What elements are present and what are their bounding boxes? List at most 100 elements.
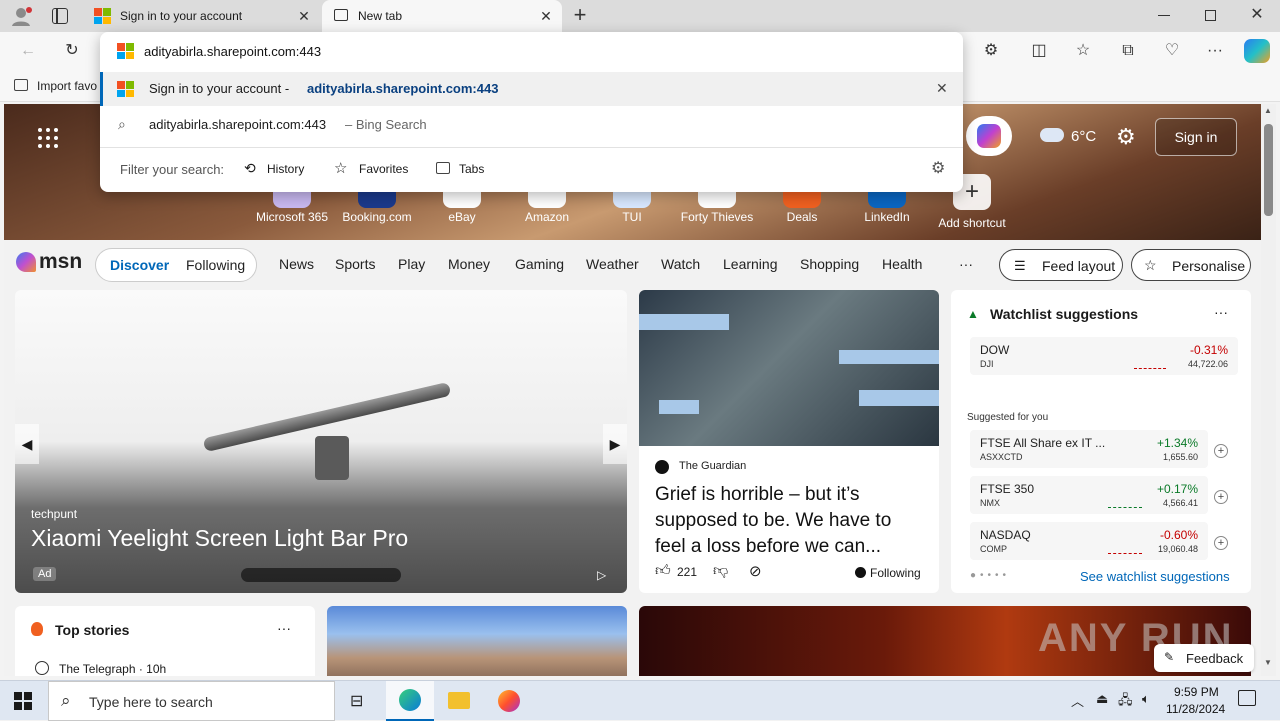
nav-money[interactable]: Money	[448, 256, 490, 272]
nav-weather[interactable]: Weather	[586, 256, 639, 272]
close-tab-icon[interactable]: ✕	[538, 8, 554, 24]
task-view-icon[interactable]: ⊟	[350, 691, 363, 711]
stock-row[interactable]: FTSE 350 NMX +0.17% 4,566.41	[970, 476, 1208, 514]
ad-choice-icon[interactable]: ▷	[597, 568, 606, 582]
shortcut-label: Microsoft 365	[255, 210, 329, 224]
like-icon[interactable]: 👍︎	[655, 562, 671, 580]
favorites-icon[interactable]: ☆	[1072, 41, 1094, 61]
top-stories-more-icon[interactable]: ···	[277, 620, 291, 636]
dislike-icon[interactable]: 👎︎	[713, 562, 728, 580]
clock-time[interactable]: 9:59 PM	[1174, 685, 1219, 699]
add-to-watchlist-icon[interactable]: +	[1214, 536, 1228, 550]
refresh-icon[interactable]: ↻	[61, 41, 83, 61]
watchlist-pager-dots[interactable]: ●••••	[970, 570, 1010, 581]
more-menu-icon[interactable]: ···	[1204, 41, 1226, 61]
scroll-thumb[interactable]	[1264, 124, 1273, 216]
performance-icon[interactable]: ♡	[1161, 41, 1183, 61]
address-input[interactable]	[144, 41, 944, 61]
tab-following[interactable]: Following	[186, 257, 245, 273]
collections-icon[interactable]: ⧉	[1117, 41, 1139, 61]
stock-row[interactable]: FTSE All Share ex IT ... ASXXCTD +1.34% …	[970, 430, 1208, 468]
nav-news[interactable]: News	[279, 256, 314, 272]
weather-temp[interactable]: 6°C	[1071, 128, 1096, 145]
settings-gear-icon[interactable]: ⚙	[1116, 124, 1136, 150]
nav-play[interactable]: Play	[398, 256, 425, 272]
nav-more-icon[interactable]: ···	[959, 256, 973, 272]
import-icon[interactable]	[14, 79, 28, 91]
following-label[interactable]: Following	[870, 566, 921, 580]
nav-sports[interactable]: Sports	[335, 256, 375, 272]
suggestion-signin[interactable]: Sign in to your account - adityabirla.sh…	[100, 72, 963, 106]
news-image	[639, 290, 939, 446]
network-icon[interactable]: 🖧︎	[1118, 691, 1133, 713]
minimize-button[interactable]	[1158, 15, 1170, 16]
add-to-watchlist-icon[interactable]: +	[1214, 490, 1228, 504]
watchlist-more-icon[interactable]: ···	[1214, 304, 1228, 320]
tab-actions-icon[interactable]	[52, 8, 68, 24]
page-scrollbar[interactable]: ▲ ▼	[1261, 104, 1276, 676]
import-favorites-link[interactable]: Import favo	[37, 79, 97, 93]
restore-button[interactable]	[1205, 10, 1216, 21]
new-tab-button[interactable]: +	[570, 4, 590, 26]
close-window-button[interactable]: ✕	[1248, 6, 1266, 24]
suggestion-bing-search[interactable]: ⌕ adityabirla.sharepoint.com:443 – Bing …	[100, 108, 963, 142]
story-image-card[interactable]	[327, 606, 627, 676]
nav-watch[interactable]: Watch	[661, 256, 700, 272]
news-card[interactable]: The Guardian Grief is horrible – but it’…	[639, 290, 939, 593]
ad-title[interactable]: Xiaomi Yeelight Screen Light Bar Pro	[31, 525, 408, 552]
following-check-icon	[855, 567, 866, 578]
cloud-icon	[1040, 128, 1064, 142]
apps-grid-icon[interactable]	[38, 128, 58, 148]
nav-health[interactable]: Health	[882, 256, 922, 272]
tab-discover[interactable]: Discover	[110, 257, 169, 273]
firefox-icon[interactable]	[498, 690, 520, 712]
clock-date[interactable]: 11/28/2024	[1166, 702, 1225, 716]
feed-layout-button[interactable]: ☰ Feed layout	[999, 249, 1123, 281]
windows-start-icon[interactable]	[14, 692, 32, 710]
nav-learning[interactable]: Learning	[723, 256, 778, 272]
tabs-icon	[436, 162, 450, 174]
add-to-watchlist-icon[interactable]: +	[1214, 444, 1228, 458]
prev-arrow-icon[interactable]: ◀	[15, 424, 39, 464]
close-tab-icon[interactable]: ✕	[296, 8, 312, 24]
taskbar-search-box[interactable]: ⌕ Type here to search	[48, 681, 335, 721]
nav-shopping[interactable]: Shopping	[800, 256, 859, 272]
stock-row[interactable]: NASDAQ COMP -0.60% 19,060.48	[970, 522, 1208, 560]
volume-icon[interactable]: 🔈︎	[1142, 691, 1150, 707]
scroll-up-arrow[interactable]: ▲	[1264, 106, 1272, 115]
filter-tabs[interactable]: Tabs	[459, 162, 484, 176]
tab-title: Sign in to your account	[120, 9, 243, 23]
dropdown-settings-icon[interactable]: ⚙	[931, 158, 945, 178]
stock-row[interactable]: DOW DJI -0.31% 44,722.06	[970, 337, 1238, 375]
extensions-icon[interactable]: ⚙	[980, 41, 1002, 61]
back-icon[interactable]: ←	[17, 41, 39, 61]
copilot-icon[interactable]	[1244, 39, 1270, 63]
profile-icon[interactable]	[10, 6, 32, 26]
signin-label: Sign in	[1174, 129, 1218, 145]
file-explorer-icon[interactable]	[448, 692, 470, 709]
notification-icon[interactable]	[1238, 690, 1256, 706]
nav-gaming[interactable]: Gaming	[515, 256, 564, 272]
feedback-button[interactable]: ✎ Feedback	[1154, 644, 1254, 672]
filter-history[interactable]: History	[267, 162, 304, 176]
show-hidden-icons[interactable]: ︿	[1071, 691, 1084, 710]
see-watchlist-link[interactable]: See watchlist suggestions	[1080, 569, 1230, 584]
split-screen-icon[interactable]: ◫	[1028, 41, 1050, 61]
edge-taskbar-icon[interactable]	[386, 681, 434, 721]
scroll-down-arrow[interactable]: ▼	[1264, 658, 1272, 667]
tab-signin[interactable]: Sign in to your account ✕	[84, 0, 320, 32]
tab-newtab[interactable]: New tab ✕	[322, 0, 562, 32]
ad-source: techpunt	[31, 507, 78, 521]
filter-favorites[interactable]: Favorites	[359, 162, 408, 176]
news-title[interactable]: Grief is horrible – but it’s supposed to…	[655, 482, 925, 560]
msn-logo[interactable]: msn	[16, 250, 82, 274]
signin-button[interactable]: Sign in	[1155, 118, 1237, 156]
personalise-button[interactable]: ☆ Personalise	[1131, 249, 1251, 281]
copilot-hero-icon[interactable]	[966, 116, 1012, 156]
remove-suggestion-icon[interactable]: ✕	[936, 80, 948, 97]
carousel-dots[interactable]	[241, 568, 401, 582]
next-arrow-icon[interactable]: ▶	[603, 424, 627, 464]
ad-card[interactable]: ◀ ▶ techpunt Xiaomi Yeelight Screen Ligh…	[15, 290, 627, 593]
usb-icon[interactable]: ⏏	[1096, 691, 1108, 707]
hide-icon[interactable]: ⊘	[749, 562, 762, 580]
